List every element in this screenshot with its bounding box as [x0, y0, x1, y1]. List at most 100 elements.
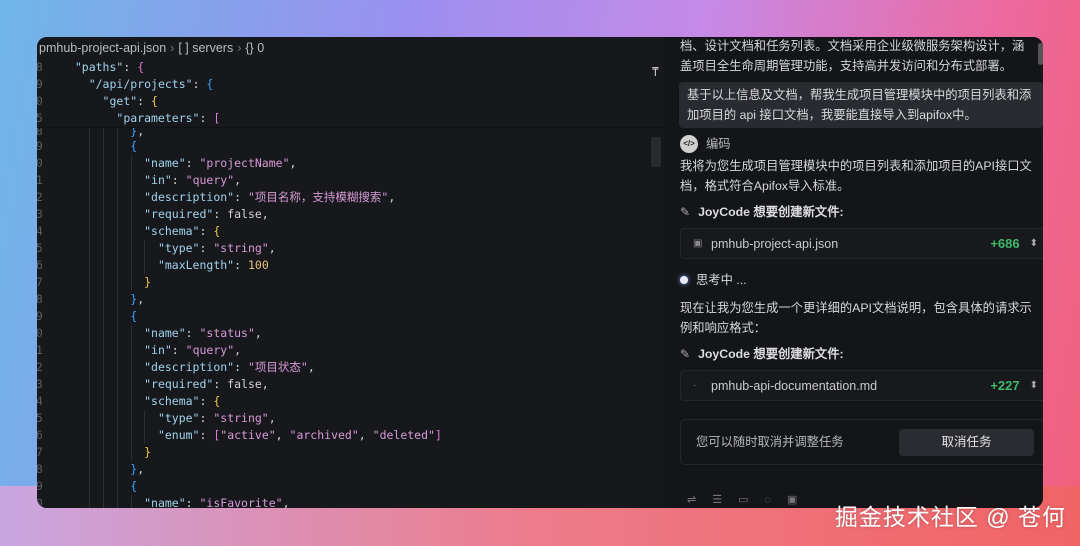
- watermark: 掘金技术社区 @ 苍何: [834, 504, 1066, 530]
- cancel-task-bar: 您可以随时取消并调整任务 取消任务: [680, 419, 1043, 465]
- line-number: 79: [37, 479, 43, 493]
- code-line[interactable]: 60 "name": "projectName",: [37, 155, 665, 172]
- code-text: "parameters": [: [116, 111, 221, 125]
- code-text: {: [61, 478, 137, 495]
- line-number: 63: [37, 207, 43, 221]
- line-number: 68: [37, 292, 43, 306]
- code-line[interactable]: 74 "schema": {: [37, 393, 665, 410]
- code-editor[interactable]: pmhub-project-api.json › [ ] servers › {} …: [37, 37, 665, 508]
- line-number: 28: [37, 60, 43, 74]
- code-line[interactable]: 65 "type": "string",: [37, 240, 665, 257]
- code-line[interactable]: 71 "in": "query",: [37, 342, 665, 359]
- code-text: "enum": ["active", "archived", "deleted"…: [61, 427, 442, 444]
- code-line[interactable]: 79 {: [37, 478, 665, 495]
- settings-icon[interactable]: ⇌: [687, 490, 696, 508]
- code-line[interactable]: 69 {: [37, 308, 665, 325]
- pencil-icon: ✎: [680, 205, 691, 219]
- coder-step: </> 编码: [680, 134, 1043, 154]
- line-number: 62: [37, 190, 43, 204]
- coder-label: 编码: [706, 137, 731, 151]
- code-line[interactable]: 64 "schema": {: [37, 223, 665, 240]
- expand-icon[interactable]: ⬍: [1030, 234, 1038, 254]
- line-number: 75: [37, 411, 43, 425]
- line-number: 70: [37, 326, 43, 340]
- expand-icon[interactable]: ⬍: [1030, 376, 1038, 396]
- code-text: "/api/projects": {: [88, 77, 214, 91]
- cancel-hint: 您可以随时取消并调整任务: [696, 435, 844, 449]
- sticky-code-line[interactable]: 30 "get": {: [37, 93, 665, 110]
- folder-icon[interactable]: ▭: [738, 490, 748, 508]
- code-line[interactable]: 77 }: [37, 444, 665, 461]
- code-icon: </>: [680, 135, 698, 153]
- sticky-code-line[interactable]: 35 "parameters": [: [37, 110, 665, 127]
- code-text: "required": false,: [61, 206, 269, 223]
- code-text: "paths": {: [74, 60, 145, 74]
- code-text: "schema": {: [61, 223, 220, 240]
- code-line[interactable]: 70 "name": "status",: [37, 325, 665, 342]
- code-lines: 59 {60 "name": "projectName",61 "in": "q…: [37, 138, 665, 508]
- line-number: 69: [37, 309, 43, 323]
- line-number: 67: [37, 275, 43, 289]
- breadcrumb-servers[interactable]: [ ] servers: [178, 41, 233, 55]
- added-lines: +686: [990, 235, 1020, 251]
- code-text: "type": "string",: [61, 410, 276, 427]
- create-file-label: JoyCode 想要创建新文件:: [698, 205, 844, 219]
- comment-icon[interactable]: ◌: [765, 490, 772, 508]
- sticky-code-line[interactable]: 29 "/api/projects": {: [37, 76, 665, 93]
- assistant-text: 现在让我为您生成一个更详细的API文档说明，包含具体的请求示例和响应格式：: [680, 301, 1032, 335]
- thinking-status: 思考中 ...: [680, 270, 1043, 290]
- code-line[interactable]: 72 "description": "项目状态",: [37, 359, 665, 376]
- code-line[interactable]: 78 },: [37, 461, 665, 478]
- code-text: }: [61, 444, 151, 461]
- code-line[interactable]: 68 },: [37, 291, 665, 308]
- file-card[interactable]: · pmhub-api-documentation.md +227 ⬍: [680, 370, 1043, 401]
- code-line[interactable]: 66 "maxLength": 100: [37, 257, 665, 274]
- cancel-task-button[interactable]: 取消任务: [899, 428, 1034, 456]
- code-line[interactable]: 80 "name": "isFavorite",: [37, 495, 665, 508]
- image-icon[interactable]: ▣: [787, 490, 797, 508]
- code-text: "in": "query",: [61, 342, 241, 359]
- pin-icon[interactable]: ⍑: [652, 65, 659, 79]
- code-text: {: [61, 308, 137, 325]
- code-text: },: [61, 461, 144, 478]
- code-text: "name": "projectName",: [61, 155, 296, 172]
- breadcrumb-file[interactable]: pmhub-project-api.json: [39, 41, 166, 55]
- chat-scrollbar[interactable]: [1038, 43, 1043, 65]
- line-number: 59: [37, 139, 43, 153]
- thinking-label: 思考中 ...: [696, 273, 747, 287]
- code-line[interactable]: 63 "required": false,: [37, 206, 665, 223]
- line-number: 78: [37, 462, 43, 476]
- code-line[interactable]: 62 "description": "项目名称，支持模糊搜索",: [37, 189, 665, 206]
- code-line[interactable]: 73 "required": false,: [37, 376, 665, 393]
- code-text: "get": {: [102, 94, 158, 108]
- file-icon: ▣: [693, 237, 703, 249]
- sticky-code-line[interactable]: 28 "paths": {: [37, 59, 665, 76]
- file-name: pmhub-project-api.json: [711, 236, 839, 251]
- code-text: "required": false,: [61, 376, 269, 393]
- code-text: "in": "query",: [61, 172, 241, 189]
- chat-toolbar: ⇌ ☰ ▭ ◌ ▣: [687, 490, 797, 508]
- code-line[interactable]: 61 "in": "query",: [37, 172, 665, 189]
- line-number: 74: [37, 394, 43, 408]
- breadcrumb: pmhub-project-api.json › [ ] servers › {} …: [39, 41, 265, 55]
- code-line[interactable]: 59 {: [37, 138, 665, 155]
- assistant-text: 档、设计文档和任务列表。文档采用企业级微服务架构设计，涵盖项目全生命周期管理功能…: [680, 39, 1025, 73]
- file-card[interactable]: ▣ pmhub-project-api.json +686 ⬍: [680, 228, 1043, 259]
- code-line[interactable]: 67 }: [37, 274, 665, 291]
- line-number: 80: [37, 496, 43, 508]
- file-name: pmhub-api-documentation.md: [711, 378, 878, 393]
- create-file-notice: ✎ JoyCode 想要创建新文件:: [680, 344, 1043, 364]
- scrollbar-thumb[interactable]: [651, 137, 661, 167]
- line-number: 76: [37, 428, 43, 442]
- line-number: 66: [37, 258, 43, 272]
- list-icon[interactable]: ☰: [712, 490, 722, 508]
- create-file-label: JoyCode 想要创建新文件:: [698, 347, 844, 361]
- create-file-notice: ✎ JoyCode 想要创建新文件:: [680, 202, 1043, 222]
- code-line[interactable]: 75 "type": "string",: [37, 410, 665, 427]
- code-text: "type": "string",: [61, 240, 276, 257]
- thinking-icon: [680, 276, 688, 284]
- code-line[interactable]: 76 "enum": ["active", "archived", "delet…: [37, 427, 665, 444]
- line-number: 58: [37, 128, 43, 138]
- breadcrumb-index[interactable]: {} 0: [245, 41, 264, 55]
- app-window: pmhub-project-api.json › [ ] servers › {} …: [37, 37, 1043, 508]
